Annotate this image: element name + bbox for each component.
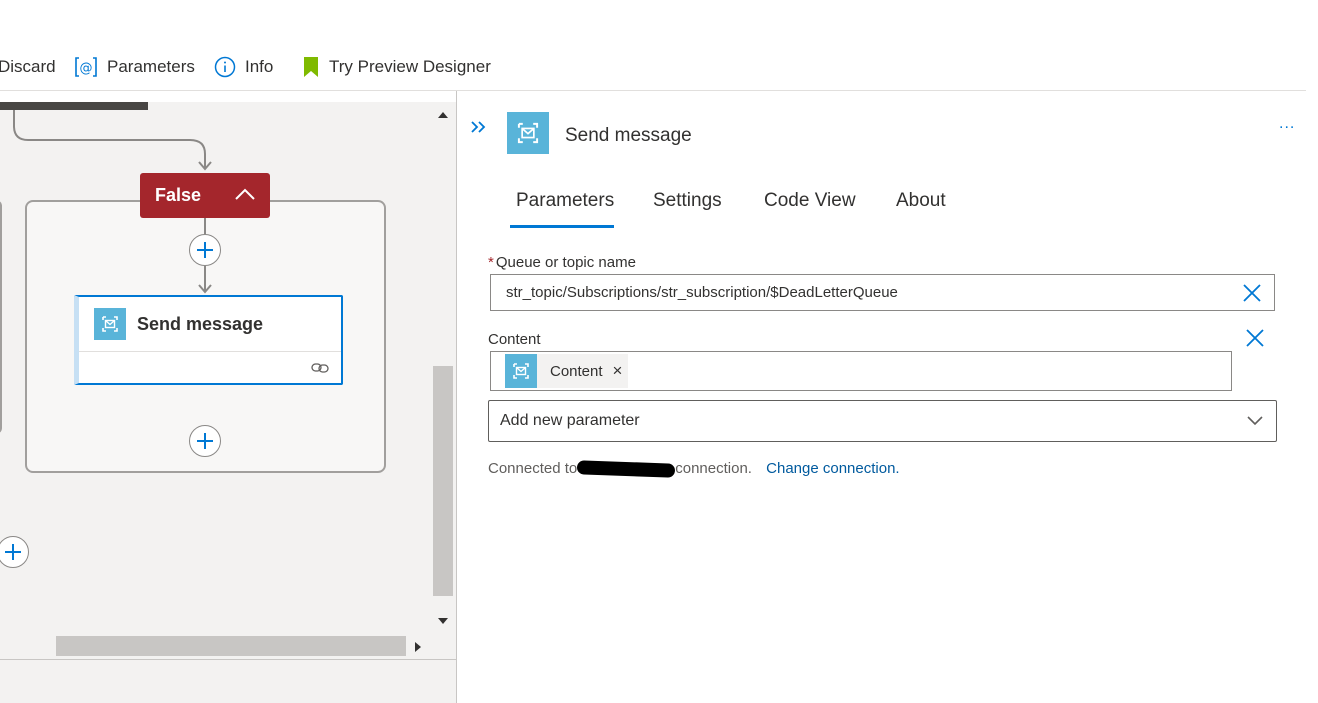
- designer-canvas[interactable]: False Send message: [0, 102, 457, 703]
- bookmark-icon: [304, 57, 318, 77]
- add-action-button[interactable]: [189, 425, 221, 457]
- false-branch-header[interactable]: False: [140, 173, 270, 218]
- service-bus-icon: [94, 308, 126, 340]
- tab-settings[interactable]: Settings: [653, 190, 722, 212]
- tab-parameters[interactable]: Parameters: [516, 190, 614, 212]
- redacted-connection-name: [577, 460, 676, 478]
- info-button[interactable]: Info: [214, 54, 273, 80]
- tab-code-view[interactable]: Code View: [764, 190, 856, 212]
- change-connection-link[interactable]: Change connection.: [766, 460, 899, 477]
- vertical-scrollbar-thumb[interactable]: [433, 366, 453, 596]
- plus-icon: [197, 242, 213, 258]
- double-chevron-right-icon[interactable]: [470, 120, 488, 134]
- svg-text:@: @: [80, 61, 93, 76]
- plus-icon: [197, 433, 213, 449]
- service-bus-icon: [505, 354, 537, 388]
- canvas-footer: [0, 659, 457, 703]
- at-brackets-icon: @: [75, 57, 97, 77]
- true-branch-container: [0, 200, 2, 434]
- scroll-right-arrow[interactable]: [413, 640, 423, 654]
- connection-suffix: connection.: [675, 460, 752, 477]
- action-details-panel: Send message ... Parameters Settings Cod…: [457, 91, 1318, 703]
- tab-about[interactable]: About: [896, 190, 946, 212]
- add-new-parameter-dropdown[interactable]: Add new parameter: [488, 400, 1277, 442]
- content-field-label: Content: [488, 331, 541, 348]
- insert-step-button[interactable]: [189, 234, 221, 266]
- required-marker: *: [488, 254, 494, 271]
- service-bus-icon: [507, 112, 549, 154]
- discard-label: Discard: [0, 57, 56, 76]
- content-token-label: Content: [550, 362, 603, 380]
- add-new-parameter-placeholder: Add new parameter: [500, 412, 640, 429]
- horizontal-scrollbar-thumb[interactable]: [56, 636, 406, 656]
- scroll-up-arrow[interactable]: [436, 110, 450, 120]
- scroll-down-arrow[interactable]: [436, 616, 450, 626]
- panel-title: Send message: [565, 125, 692, 146]
- close-icon[interactable]: [1242, 283, 1262, 303]
- toolbar: Discard @ Parameters Info Try Preview De…: [0, 0, 1318, 92]
- queue-field-label: * Queue or topic name: [488, 254, 636, 271]
- send-message-card[interactable]: Send message: [74, 295, 343, 385]
- parameters-label: Parameters: [107, 57, 195, 76]
- try-preview-designer-button[interactable]: Try Preview Designer: [302, 54, 491, 80]
- token-remove-button[interactable]: ×: [613, 361, 623, 381]
- plus-icon: [5, 544, 21, 560]
- chevron-up-icon[interactable]: [234, 186, 256, 202]
- chevron-down-icon: [1247, 416, 1263, 426]
- content-token[interactable]: Content ×: [505, 354, 629, 388]
- queue-topic-input[interactable]: str_topic/Subscriptions/str_subscription…: [490, 274, 1275, 311]
- try-preview-label: Try Preview Designer: [329, 57, 491, 76]
- active-tab-indicator: [510, 225, 614, 228]
- info-label: Info: [245, 57, 274, 76]
- queue-field-label-text: Queue or topic name: [495, 254, 636, 271]
- link-icon[interactable]: [311, 361, 329, 375]
- more-options-button[interactable]: ...: [1279, 115, 1295, 133]
- connection-status: Connected to connection. Change connectio…: [488, 460, 900, 478]
- send-message-card-title: Send message: [137, 313, 264, 334]
- close-icon[interactable]: [1245, 328, 1265, 348]
- queue-topic-value: str_topic/Subscriptions/str_subscription…: [506, 284, 898, 301]
- false-branch-label: False: [155, 185, 202, 205]
- info-circle-icon: [214, 56, 236, 78]
- send-message-card-header[interactable]: Send message: [79, 297, 341, 352]
- content-input[interactable]: Content ×: [490, 351, 1232, 391]
- parameters-button[interactable]: @ Parameters: [74, 54, 195, 80]
- discard-button[interactable]: Discard: [0, 54, 56, 80]
- connection-prefix: Connected to: [488, 460, 578, 477]
